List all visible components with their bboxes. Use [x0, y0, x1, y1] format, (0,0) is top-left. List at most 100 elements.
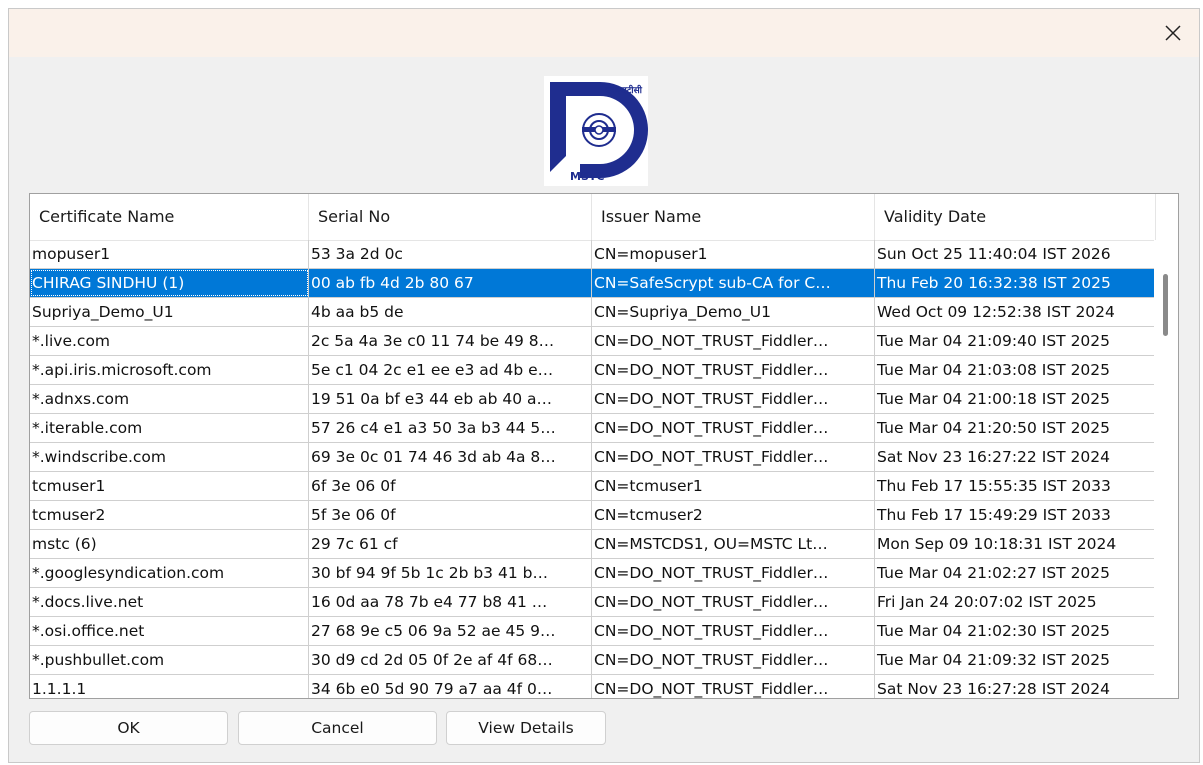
cell-serial-no: 29 7c 61 cf	[309, 530, 592, 558]
close-button[interactable]	[1153, 13, 1193, 53]
mstc-logo-icon: एमएसटीसी MSTC	[544, 76, 648, 186]
cell-issuer-name: CN=SafeScrypt sub-CA for C…	[592, 269, 875, 297]
scrollbar-thumb[interactable]	[1163, 274, 1168, 336]
cell-issuer-name: CN=DO_NOT_TRUST_Fiddler…	[592, 617, 875, 645]
certificate-dialog: एमएसटीसी MSTC Certificate Name Serial No…	[8, 8, 1200, 763]
cell-certificate-name: mstc (6)	[30, 530, 309, 558]
cell-issuer-name: CN=tcmuser1	[592, 472, 875, 500]
cell-validity-date: Tue Mar 04 21:20:50 IST 2025	[875, 414, 1156, 442]
cell-certificate-name: Supriya_Demo_U1	[30, 298, 309, 326]
cell-validity-date: Tue Mar 04 21:09:40 IST 2025	[875, 327, 1156, 355]
cell-validity-date: Sat Nov 23 16:27:22 IST 2024	[875, 443, 1156, 471]
cell-serial-no: 53 3a 2d 0c	[309, 240, 592, 268]
cell-issuer-name: CN=DO_NOT_TRUST_Fiddler…	[592, 414, 875, 442]
cell-issuer-name: CN=MSTCDS1, OU=MSTC Lt…	[592, 530, 875, 558]
title-bar	[9, 9, 1199, 57]
cell-serial-no: 5e c1 04 2c e1 ee e3 ad 4b e…	[309, 356, 592, 384]
cell-certificate-name: *.live.com	[30, 327, 309, 355]
cell-serial-no: 4b aa b5 de	[309, 298, 592, 326]
table-row[interactable]: mstc (6) 29 7c 61 cf CN=MSTCDS1, OU=MSTC L…	[30, 530, 1156, 559]
table-row[interactable]: *.docs.live.net 16 0d aa 78 7b e4 77 b8 4…	[30, 588, 1156, 617]
cancel-button[interactable]: Cancel	[238, 711, 437, 745]
cell-certificate-name: CHIRAG SINDHU (1)	[30, 269, 309, 297]
cell-validity-date: Tue Mar 04 21:02:30 IST 2025	[875, 617, 1156, 645]
table-row[interactable]: *.adnxs.com 19 51 0a bf e3 44 eb ab 40 a……	[30, 385, 1156, 414]
table-row[interactable]: *.iterable.com 57 26 c4 e1 a3 50 3a b3 44…	[30, 414, 1156, 443]
table-row[interactable]: *.live.com 2c 5a 4a 3e c0 11 74 be 49 8… C…	[30, 327, 1156, 356]
close-icon	[1165, 25, 1181, 41]
cell-issuer-name: CN=DO_NOT_TRUST_Fiddler…	[592, 588, 875, 616]
cell-validity-date: Wed Oct 09 12:52:38 IST 2024	[875, 298, 1156, 326]
table-row[interactable]: *.googlesyndication.com 30 bf 94 9f 5b 1c…	[30, 559, 1156, 588]
cell-serial-no: 2c 5a 4a 3e c0 11 74 be 49 8…	[309, 327, 592, 355]
cell-issuer-name: CN=DO_NOT_TRUST_Fiddler…	[592, 646, 875, 674]
cell-certificate-name: *.api.iris.microsoft.com	[30, 356, 309, 384]
column-header-certificate-name[interactable]: Certificate Name	[30, 194, 309, 240]
table-row[interactable]: *.pushbullet.com 30 d9 cd 2d 05 0f 2e af …	[30, 646, 1156, 675]
cell-certificate-name: *.osi.office.net	[30, 617, 309, 645]
cell-serial-no: 6f 3e 06 0f	[309, 472, 592, 500]
cell-validity-date: Sat Nov 23 16:27:28 IST 2024	[875, 675, 1156, 698]
view-details-button[interactable]: View Details	[446, 711, 606, 745]
certificate-table[interactable]: Certificate Name Serial No Issuer Name V…	[29, 193, 1179, 699]
cell-issuer-name: CN=DO_NOT_TRUST_Fiddler…	[592, 675, 875, 698]
cell-issuer-name: CN=DO_NOT_TRUST_Fiddler…	[592, 385, 875, 413]
mstc-logo: एमएसटीसी MSTC	[544, 76, 648, 186]
cell-validity-date: Sun Oct 25 11:40:04 IST 2026	[875, 240, 1156, 268]
column-header-issuer-name[interactable]: Issuer Name	[592, 194, 875, 240]
cell-validity-date: Tue Mar 04 21:03:08 IST 2025	[875, 356, 1156, 384]
cell-certificate-name: mopuser1	[30, 240, 309, 268]
logo-top-text: एमएसटीसी	[604, 84, 642, 96]
column-header-serial-no[interactable]: Serial No	[309, 194, 592, 240]
cell-certificate-name: *.adnxs.com	[30, 385, 309, 413]
cell-certificate-name: *.iterable.com	[30, 414, 309, 442]
cell-validity-date: Thu Feb 20 16:32:38 IST 2025	[875, 269, 1156, 297]
table-row[interactable]: Supriya_Demo_U1 4b aa b5 de CN=Supriya_Dem…	[30, 298, 1156, 327]
table-row[interactable]: *.api.iris.microsoft.com 5e c1 04 2c e1 e…	[30, 356, 1156, 385]
cell-serial-no: 30 bf 94 9f 5b 1c 2b b3 41 b…	[309, 559, 592, 587]
table-body: mopuser1 53 3a 2d 0c CN=mopuser1 Sun Oct 25…	[30, 240, 1156, 698]
cell-certificate-name: *.pushbullet.com	[30, 646, 309, 674]
table-row[interactable]: tcmuser2 5f 3e 06 0f CN=tcmuser2 Thu Feb 17…	[30, 501, 1156, 530]
cell-validity-date: Mon Sep 09 10:18:31 IST 2024	[875, 530, 1156, 558]
cell-certificate-name: *.docs.live.net	[30, 588, 309, 616]
cell-validity-date: Tue Mar 04 21:00:18 IST 2025	[875, 385, 1156, 413]
table-header: Certificate Name Serial No Issuer Name V…	[30, 194, 1156, 241]
cell-certificate-name: tcmuser1	[30, 472, 309, 500]
cell-validity-date: Thu Feb 17 15:55:35 IST 2033	[875, 472, 1156, 500]
cell-serial-no: 27 68 9e c5 06 9a 52 ae 45 9…	[309, 617, 592, 645]
cell-serial-no: 00 ab fb 4d 2b 80 67	[309, 269, 592, 297]
cell-serial-no: 30 d9 cd 2d 05 0f 2e af 4f 68…	[309, 646, 592, 674]
table-row[interactable]: CHIRAG SINDHU (1) 00 ab fb 4d 2b 80 67 CN=…	[30, 269, 1156, 298]
logo-brand-text: MSTC	[570, 170, 604, 183]
table-row[interactable]: *.osi.office.net 27 68 9e c5 06 9a 52 ae …	[30, 617, 1156, 646]
cell-issuer-name: CN=mopuser1	[592, 240, 875, 268]
table-row[interactable]: tcmuser1 6f 3e 06 0f CN=tcmuser1 Thu Feb 17…	[30, 472, 1156, 501]
cell-serial-no: 34 6b e0 5d 90 79 a7 aa 4f 0…	[309, 675, 592, 698]
cell-certificate-name: *.googlesyndication.com	[30, 559, 309, 587]
cell-serial-no: 16 0d aa 78 7b e4 77 b8 41 …	[309, 588, 592, 616]
cell-issuer-name: CN=tcmuser2	[592, 501, 875, 529]
cell-certificate-name: tcmuser2	[30, 501, 309, 529]
cell-issuer-name: CN=DO_NOT_TRUST_Fiddler…	[592, 559, 875, 587]
cell-validity-date: Tue Mar 04 21:02:27 IST 2025	[875, 559, 1156, 587]
cell-validity-date: Fri Jan 24 20:07:02 IST 2025	[875, 588, 1156, 616]
cell-certificate-name: *.windscribe.com	[30, 443, 309, 471]
cell-certificate-name: 1.1.1.1	[30, 675, 309, 698]
cell-serial-no: 19 51 0a bf e3 44 eb ab 40 a…	[309, 385, 592, 413]
cell-serial-no: 5f 3e 06 0f	[309, 501, 592, 529]
cell-issuer-name: CN=DO_NOT_TRUST_Fiddler…	[592, 356, 875, 384]
table-row[interactable]: *.windscribe.com 69 3e 0c 01 74 46 3d ab …	[30, 443, 1156, 472]
table-row[interactable]: 1.1.1.1 34 6b e0 5d 90 79 a7 aa 4f 0… CN=D…	[30, 675, 1156, 698]
cell-validity-date: Thu Feb 17 15:49:29 IST 2033	[875, 501, 1156, 529]
ok-button[interactable]: OK	[29, 711, 228, 745]
cell-issuer-name: CN=DO_NOT_TRUST_Fiddler…	[592, 327, 875, 355]
cell-issuer-name: CN=DO_NOT_TRUST_Fiddler…	[592, 443, 875, 471]
cell-validity-date: Tue Mar 04 21:09:32 IST 2025	[875, 646, 1156, 674]
cell-issuer-name: CN=Supriya_Demo_U1	[592, 298, 875, 326]
cell-serial-no: 69 3e 0c 01 74 46 3d ab 4a 8…	[309, 443, 592, 471]
column-header-validity-date[interactable]: Validity Date	[875, 194, 1156, 240]
vertical-scrollbar[interactable]	[1154, 240, 1178, 698]
cell-serial-no: 57 26 c4 e1 a3 50 3a b3 44 5…	[309, 414, 592, 442]
table-row[interactable]: mopuser1 53 3a 2d 0c CN=mopuser1 Sun Oct 25…	[30, 240, 1156, 269]
